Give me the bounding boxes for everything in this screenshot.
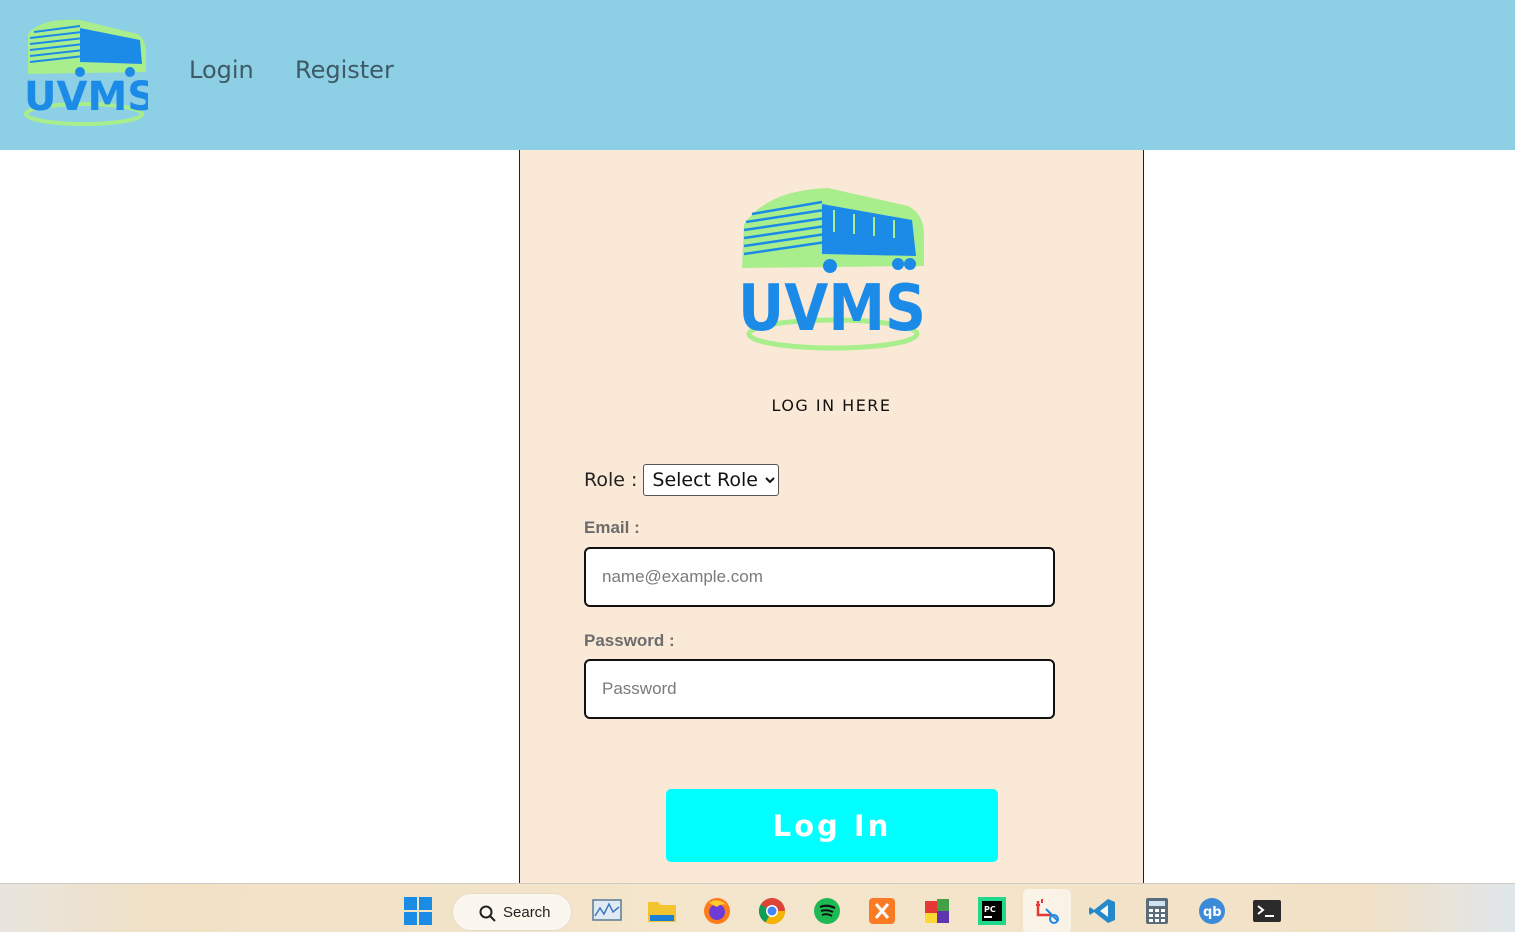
taskbar-search-label: Search (503, 903, 551, 921)
svg-text:PC: PC (984, 905, 996, 914)
login-button[interactable]: Log In (666, 789, 998, 862)
app-colors-icon[interactable] (922, 896, 952, 926)
logo-text: UVMS (24, 74, 148, 120)
nav-login-link[interactable]: Login (189, 56, 254, 84)
terminal-icon[interactable] (1252, 896, 1282, 926)
uvms-logo[interactable]: UVMS (20, 14, 148, 126)
card-logo: UVMS (738, 188, 926, 356)
spotify-icon[interactable] (812, 896, 842, 926)
email-input[interactable] (584, 547, 1055, 607)
xampp-icon[interactable] (867, 896, 897, 926)
login-title: LOG IN HERE (771, 396, 892, 415)
file-explorer-icon[interactable] (647, 896, 677, 926)
taskbar-search[interactable]: Search (452, 893, 572, 931)
taskbar: Search PC qb (0, 883, 1515, 933)
nav-register-link[interactable]: Register (295, 56, 394, 84)
top-navbar: UVMS Login Register (0, 0, 1515, 150)
email-label: Email : (584, 518, 640, 537)
snipping-tool-icon[interactable] (1033, 896, 1063, 926)
role-label: Role : (584, 469, 638, 491)
start-icon[interactable] (403, 896, 433, 926)
role-select[interactable]: Select Role (643, 464, 780, 496)
password-input[interactable] (584, 659, 1055, 719)
card-logo-text: UVMS (738, 272, 926, 346)
chrome-icon[interactable] (757, 896, 787, 926)
qbittorrent-icon[interactable]: qb (1197, 896, 1227, 926)
search-icon (479, 905, 496, 922)
calculator-icon[interactable] (1142, 896, 1172, 926)
login-card: UVMS LOG IN HERE Role : Select Role Emai… (519, 150, 1144, 890)
monitor-icon[interactable] (592, 896, 622, 926)
pycharm-icon[interactable]: PC (977, 896, 1007, 926)
svg-text:qb: qb (1203, 905, 1222, 920)
password-label: Password : (584, 631, 675, 650)
role-row: Role : Select Role (584, 464, 780, 496)
firefox-icon[interactable] (702, 896, 732, 926)
vscode-icon[interactable] (1087, 896, 1117, 926)
